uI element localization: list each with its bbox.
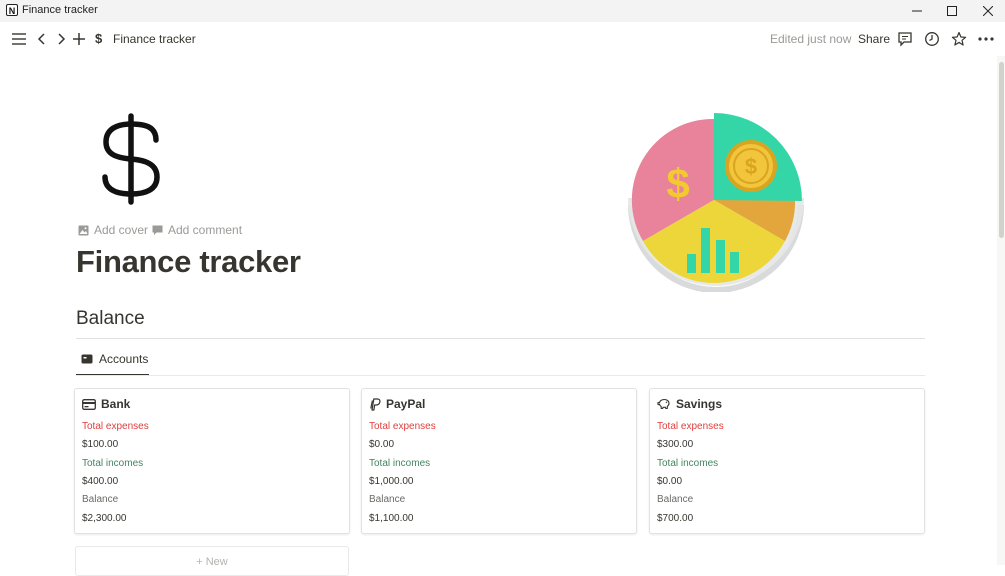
expenses-value: $0.00 xyxy=(369,439,395,450)
incomes-label: Total incomes xyxy=(657,458,719,469)
account-card-paypal[interactable]: PayPal Total expenses $0.00 Total income… xyxy=(361,388,637,534)
dollar-icon: $ xyxy=(95,31,103,46)
bank-card-icon xyxy=(82,398,96,410)
expenses-label: Total expenses xyxy=(82,421,149,432)
new-card-label: + New xyxy=(76,556,348,568)
sidebar-toggle-button[interactable] xyxy=(10,30,28,48)
page-title[interactable]: Finance tracker xyxy=(76,244,301,280)
incomes-label: Total incomes xyxy=(369,458,431,469)
balance-value: $700.00 xyxy=(657,513,694,524)
card-name: Savings xyxy=(676,397,723,411)
more-dots-icon xyxy=(978,37,994,41)
notion-app-icon: N xyxy=(6,4,18,16)
more-options-button[interactable] xyxy=(977,30,995,48)
comment-icon xyxy=(898,32,912,47)
share-button[interactable]: Share xyxy=(858,32,890,46)
card-name: Bank xyxy=(101,397,131,411)
incomes-label: Total incomes xyxy=(82,458,144,469)
expenses-label: Total expenses xyxy=(369,421,436,432)
favorite-button[interactable] xyxy=(950,30,968,48)
tab-accounts[interactable]: Accounts xyxy=(76,352,149,376)
maximize-button[interactable] xyxy=(934,0,970,22)
expenses-value: $300.00 xyxy=(657,439,694,450)
balance-label: Balance xyxy=(657,494,694,505)
balance-heading[interactable]: Balance xyxy=(76,308,145,330)
expenses-value: $100.00 xyxy=(82,439,119,450)
comment-icon xyxy=(152,225,163,235)
add-cover-label: Add cover xyxy=(94,223,149,237)
balance-value: $2,300.00 xyxy=(82,513,127,524)
piggy-bank-icon xyxy=(657,398,670,410)
add-cover-button[interactable]: Add cover xyxy=(78,223,148,237)
maximize-icon xyxy=(947,6,957,16)
divider xyxy=(76,338,925,339)
balance-value: $1,100.00 xyxy=(369,513,414,524)
incomes-value: $1,000.00 xyxy=(369,476,414,487)
new-page-button[interactable] xyxy=(70,30,88,48)
forward-button[interactable] xyxy=(52,30,70,48)
plus-icon xyxy=(73,33,85,45)
svg-text:$: $ xyxy=(745,154,757,179)
window-title: Finance tracker xyxy=(22,4,98,16)
card-title: Bank xyxy=(82,397,130,411)
clock-icon xyxy=(925,32,939,46)
card-title: PayPal xyxy=(369,397,425,411)
balance-label: Balance xyxy=(369,494,406,505)
close-icon xyxy=(983,6,993,16)
minimize-button[interactable] xyxy=(899,0,935,22)
finance-pie-illustration: $ $ xyxy=(628,113,804,292)
paypal-icon xyxy=(370,397,381,411)
history-button[interactable] xyxy=(923,30,941,48)
image-icon xyxy=(78,225,89,235)
comments-button[interactable] xyxy=(896,30,914,48)
close-window-button[interactable] xyxy=(970,0,1005,22)
window-titlebar: N Finance tracker xyxy=(0,0,1005,22)
card-title: Savings xyxy=(657,397,722,411)
breadcrumb[interactable]: Finance tracker xyxy=(113,32,196,46)
balance-label: Balance xyxy=(82,494,119,505)
page-toolbar: $ Finance tracker Edited just now Share xyxy=(0,22,1005,56)
plus-icon: + xyxy=(196,556,203,568)
chevron-right-icon xyxy=(58,33,66,45)
page-dollar-icon[interactable] xyxy=(100,112,164,206)
star-icon xyxy=(951,31,967,46)
new-label: New xyxy=(205,556,228,568)
svg-text:$: $ xyxy=(666,160,689,207)
account-card-savings[interactable]: Savings Total expenses $300.00 Total inc… xyxy=(649,388,925,534)
minimize-icon xyxy=(912,10,922,12)
incomes-value: $0.00 xyxy=(657,476,683,487)
card-name: PayPal xyxy=(386,397,426,411)
incomes-value: $400.00 xyxy=(82,476,119,487)
expenses-label: Total expenses xyxy=(657,421,724,432)
new-card-button[interactable]: + New xyxy=(75,546,349,576)
hamburger-menu-icon xyxy=(12,33,26,45)
add-comment-button[interactable]: Add comment xyxy=(152,223,242,237)
tab-label: Accounts xyxy=(99,352,149,366)
scrollbar-thumb[interactable] xyxy=(999,62,1004,238)
gallery-icon xyxy=(81,354,93,364)
edited-status: Edited just now xyxy=(770,32,852,46)
tab-divider xyxy=(76,375,925,376)
account-card-bank[interactable]: Bank Total expenses $100.00 Total income… xyxy=(74,388,350,534)
back-button[interactable] xyxy=(33,30,51,48)
add-comment-label: Add comment xyxy=(168,223,243,237)
chevron-left-icon xyxy=(37,33,45,45)
